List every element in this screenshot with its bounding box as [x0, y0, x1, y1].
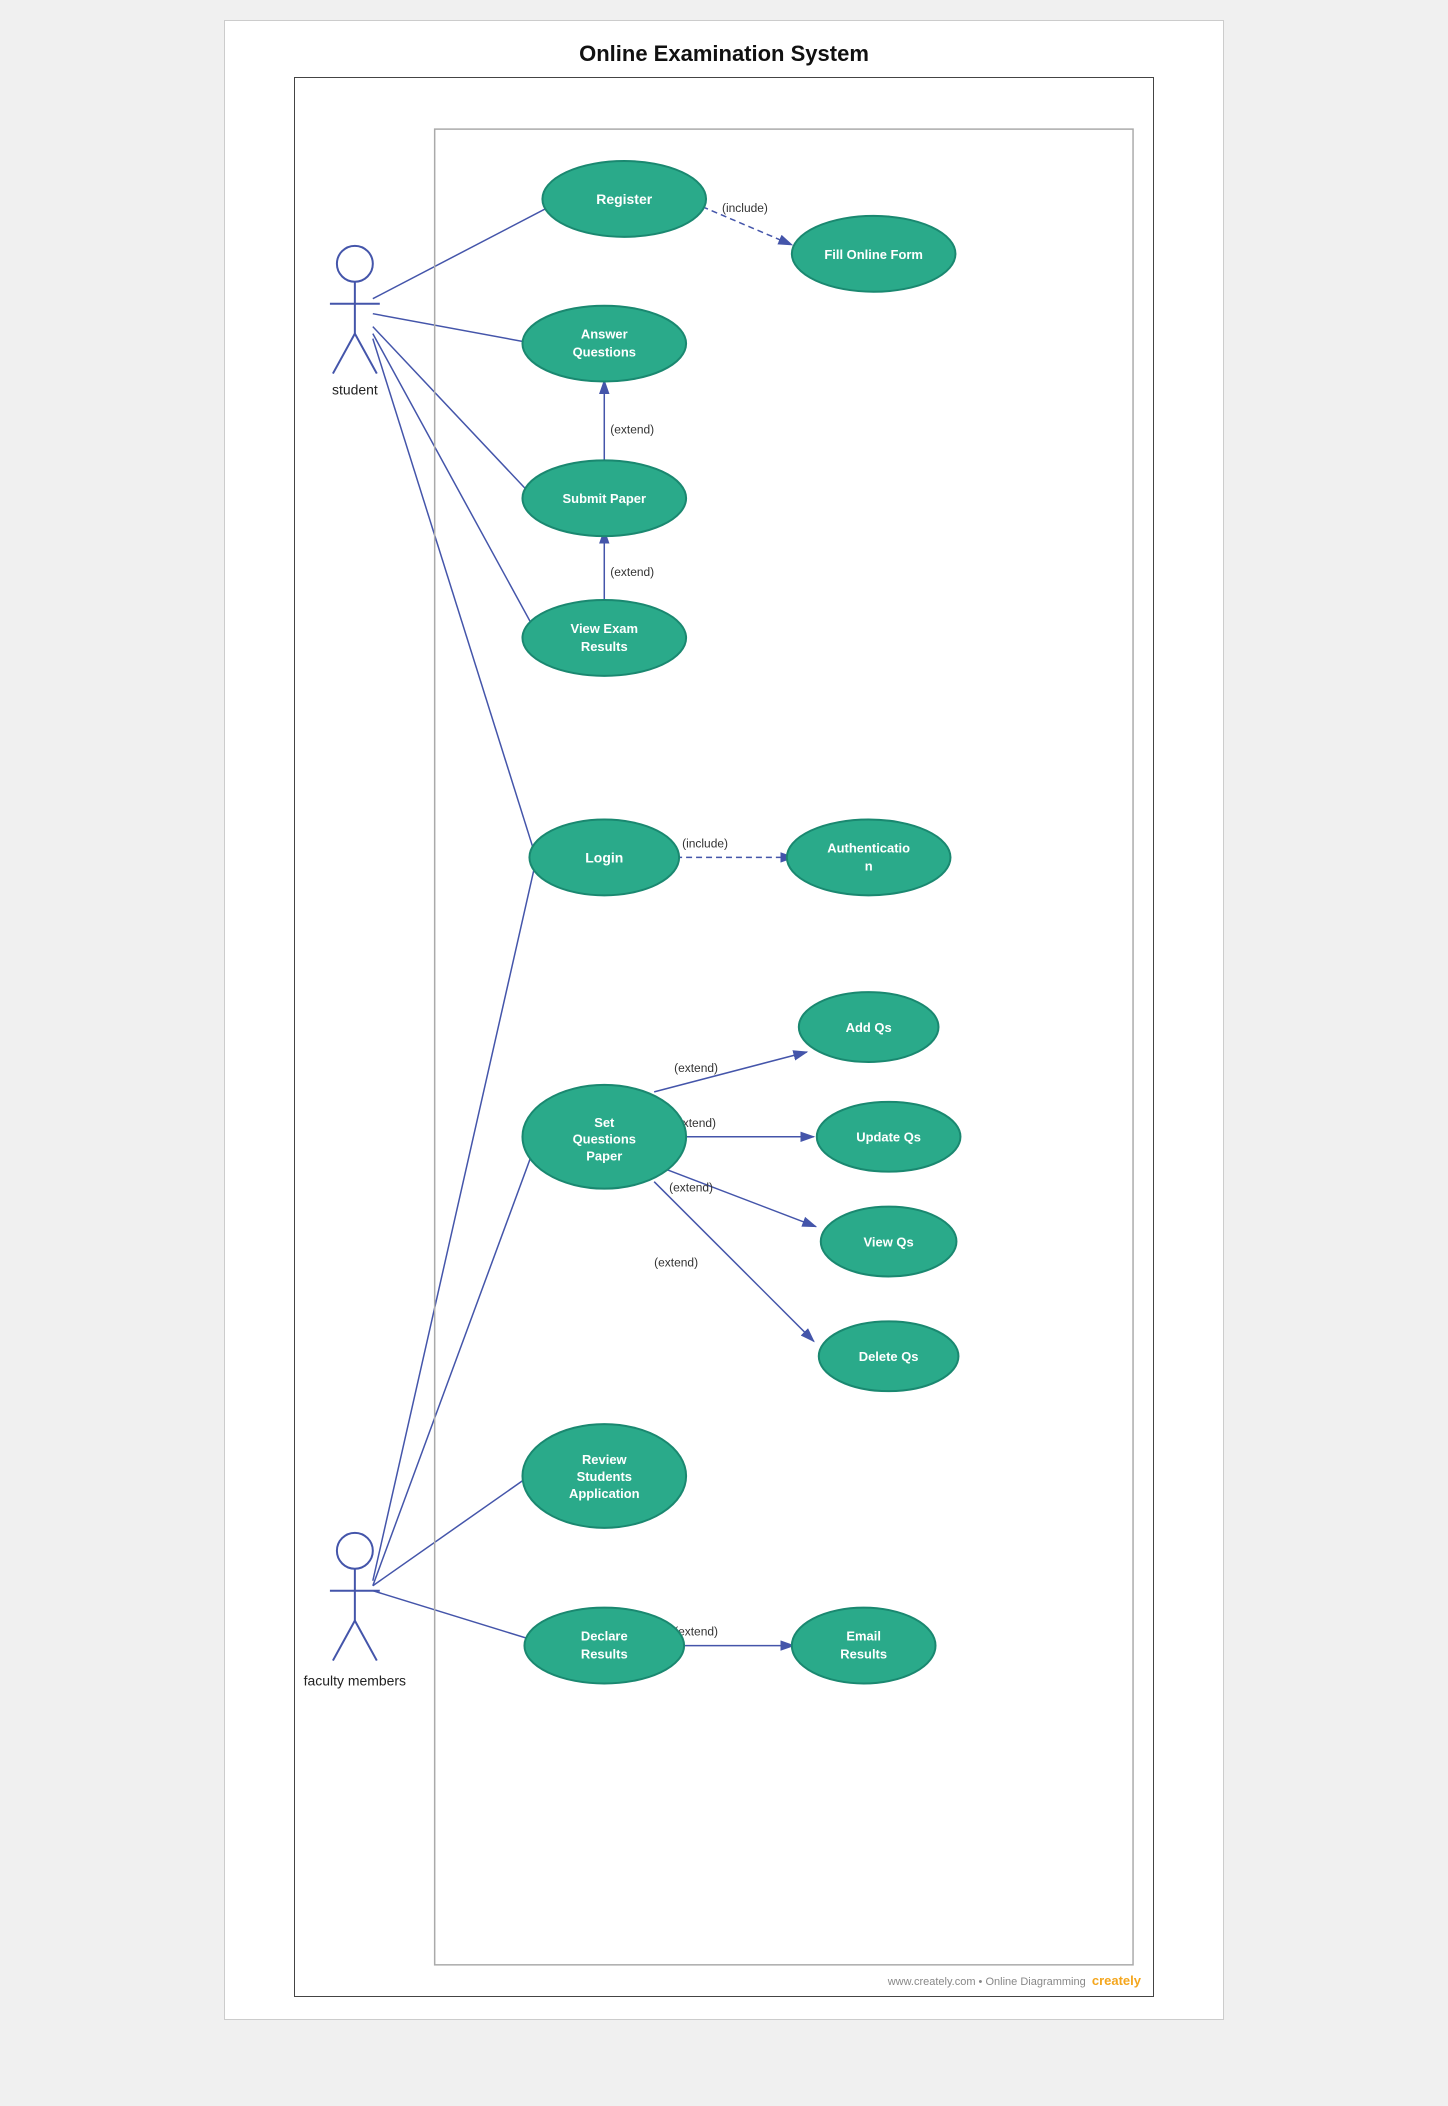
svg-text:n: n: [865, 858, 873, 873]
svg-text:Register: Register: [596, 191, 652, 207]
svg-text:View Qs: View Qs: [864, 1235, 914, 1250]
faculty-label: faculty members: [304, 1672, 406, 1688]
svg-text:Students: Students: [577, 1469, 632, 1484]
svg-text:Submit Paper: Submit Paper: [563, 491, 647, 506]
diagram-border: student faculty members: [294, 77, 1154, 1997]
svg-text:Review: Review: [582, 1452, 628, 1467]
svg-text:(extend): (extend): [669, 1181, 713, 1195]
page-container: Online Examination System: [224, 20, 1224, 2020]
svg-text:(include): (include): [682, 836, 728, 850]
svg-text:Add Qs: Add Qs: [846, 1020, 892, 1035]
page-title: Online Examination System: [245, 41, 1203, 67]
svg-text:Login: Login: [585, 849, 623, 865]
svg-text:(extend): (extend): [610, 422, 654, 436]
svg-text:Authenticatio: Authenticatio: [827, 840, 910, 855]
svg-text:Delete Qs: Delete Qs: [859, 1349, 919, 1364]
svg-text:Questions: Questions: [573, 1132, 636, 1147]
svg-text:Paper: Paper: [586, 1149, 622, 1164]
svg-text:Questions: Questions: [573, 345, 636, 360]
svg-text:(extend): (extend): [674, 1061, 718, 1075]
svg-text:Results: Results: [581, 1647, 628, 1662]
svg-text:Set: Set: [594, 1115, 615, 1130]
svg-text:Fill Online Form: Fill Online Form: [824, 247, 923, 262]
student-label: student: [332, 381, 378, 397]
svg-text:Declare: Declare: [581, 1629, 628, 1644]
svg-text:Answer: Answer: [581, 327, 628, 342]
svg-text:(extend): (extend): [610, 565, 654, 579]
svg-text:Results: Results: [840, 1647, 887, 1662]
creately-badge: www.creately.com • Online Diagramming cr…: [888, 1973, 1141, 1988]
svg-text:(include): (include): [722, 201, 768, 215]
svg-text:Application: Application: [569, 1486, 640, 1501]
svg-text:Email: Email: [846, 1629, 881, 1644]
svg-text:View Exam: View Exam: [571, 621, 638, 636]
svg-text:Update Qs: Update Qs: [856, 1130, 921, 1145]
svg-text:(extend): (extend): [654, 1255, 698, 1269]
svg-text:Results: Results: [581, 639, 628, 654]
